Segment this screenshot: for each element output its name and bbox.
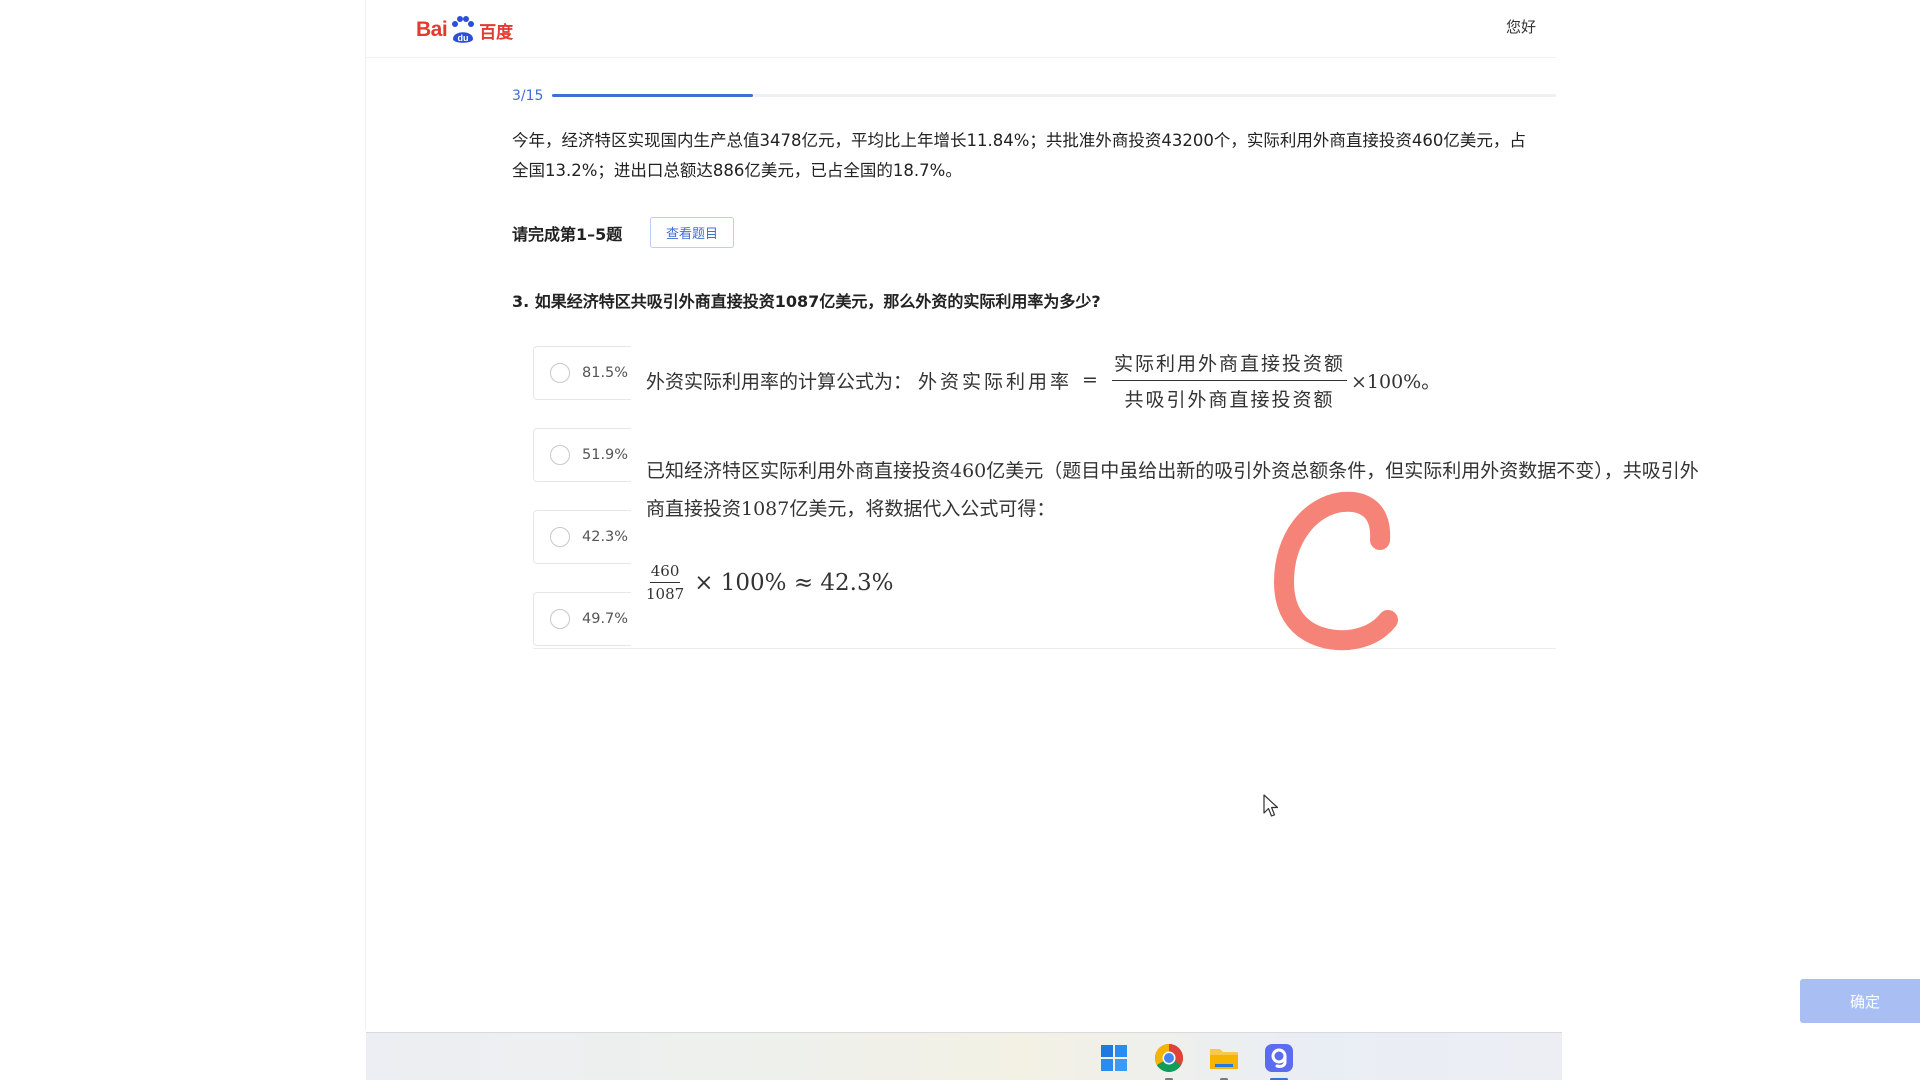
radio-button[interactable] bbox=[550, 445, 570, 465]
option-label: 81.5% bbox=[582, 365, 629, 381]
known-conditions: 已知经济特区实际利用外商直接投资460亿美元（题目中虽给出新的吸引外资总额条件，… bbox=[646, 460, 1699, 520]
formula-equals: = bbox=[1082, 369, 1098, 391]
baidu-logo[interactable]: Bai du 百度 bbox=[416, 12, 513, 48]
taskbar bbox=[366, 1032, 1562, 1080]
option-b[interactable]: 51.9% bbox=[533, 428, 631, 482]
logo-text-du: du bbox=[458, 33, 469, 43]
question-passage: 今年，经济特区实现国内生产总值3478亿元，平均比上年增长11.84%；共批准外… bbox=[512, 131, 1526, 180]
progress-bar bbox=[552, 94, 1556, 97]
progress-bar-fill bbox=[552, 94, 753, 97]
logo-text-latin: Bai bbox=[416, 18, 448, 41]
radio-button[interactable] bbox=[550, 609, 570, 629]
radio-button[interactable] bbox=[550, 363, 570, 383]
file-explorer-icon[interactable] bbox=[1207, 1041, 1241, 1080]
option-a[interactable]: 81.5% bbox=[533, 346, 631, 400]
paw-icon: du bbox=[449, 15, 477, 45]
option-d[interactable]: 49.7% bbox=[533, 592, 631, 646]
answer-letter-c-mark bbox=[1274, 491, 1398, 651]
calc-fraction: 460 1087 bbox=[646, 562, 684, 603]
view-questions-button[interactable]: 查看题目 bbox=[650, 217, 734, 248]
confirm-button[interactable]: 确定 bbox=[1800, 979, 1920, 1023]
user-greeting[interactable]: 您好 bbox=[1506, 16, 1536, 37]
mouse-cursor-icon bbox=[1263, 794, 1279, 817]
app-g-icon[interactable] bbox=[1262, 1041, 1296, 1080]
option-c[interactable]: 42.3% bbox=[533, 510, 631, 564]
calc-denominator: 1087 bbox=[646, 585, 685, 603]
instruction-text: 请完成第1–5题 bbox=[512, 225, 623, 244]
logo-text-cn: 百度 bbox=[479, 22, 514, 43]
formula-row: 外资实际利用率的计算公式为： 外资实际利用率 = 实际利用外商直接投资额 共吸引… bbox=[646, 340, 1440, 420]
app-header: Bai du 百度 您好 bbox=[366, 0, 1556, 58]
formula-intro: 外资实际利用率的计算公式为： bbox=[646, 370, 913, 393]
formula-lhs: 外资实际利用率 bbox=[918, 370, 1073, 393]
formula-tail: ×100%。 bbox=[1350, 370, 1441, 393]
formula-denominator: 共吸引外商直接投资额 bbox=[1124, 388, 1335, 411]
option-label: 49.7% bbox=[582, 611, 629, 627]
question-title: 3. 如果经济特区共吸引外商直接投资1087亿美元，那么外资的实际利用率为多少? bbox=[512, 292, 1101, 311]
calc-numerator: 460 bbox=[649, 562, 681, 583]
calc-result: × 100% ≈ 42.3% bbox=[694, 569, 894, 596]
progress-label: 3/15 bbox=[512, 88, 544, 104]
option-label: 51.9% bbox=[582, 447, 629, 463]
radio-button[interactable] bbox=[550, 527, 570, 547]
option-label: 42.3% bbox=[582, 529, 629, 545]
chrome-icon[interactable] bbox=[1152, 1041, 1186, 1080]
windows-start-icon[interactable] bbox=[1097, 1041, 1131, 1075]
calculation: 460 1087 × 100% ≈ 42.3% bbox=[646, 562, 893, 603]
formula-fraction: 实际利用外商直接投资额 共吸引外商直接投资额 bbox=[1111, 349, 1347, 412]
formula-numerator: 实际利用外商直接投资额 bbox=[1111, 349, 1347, 381]
